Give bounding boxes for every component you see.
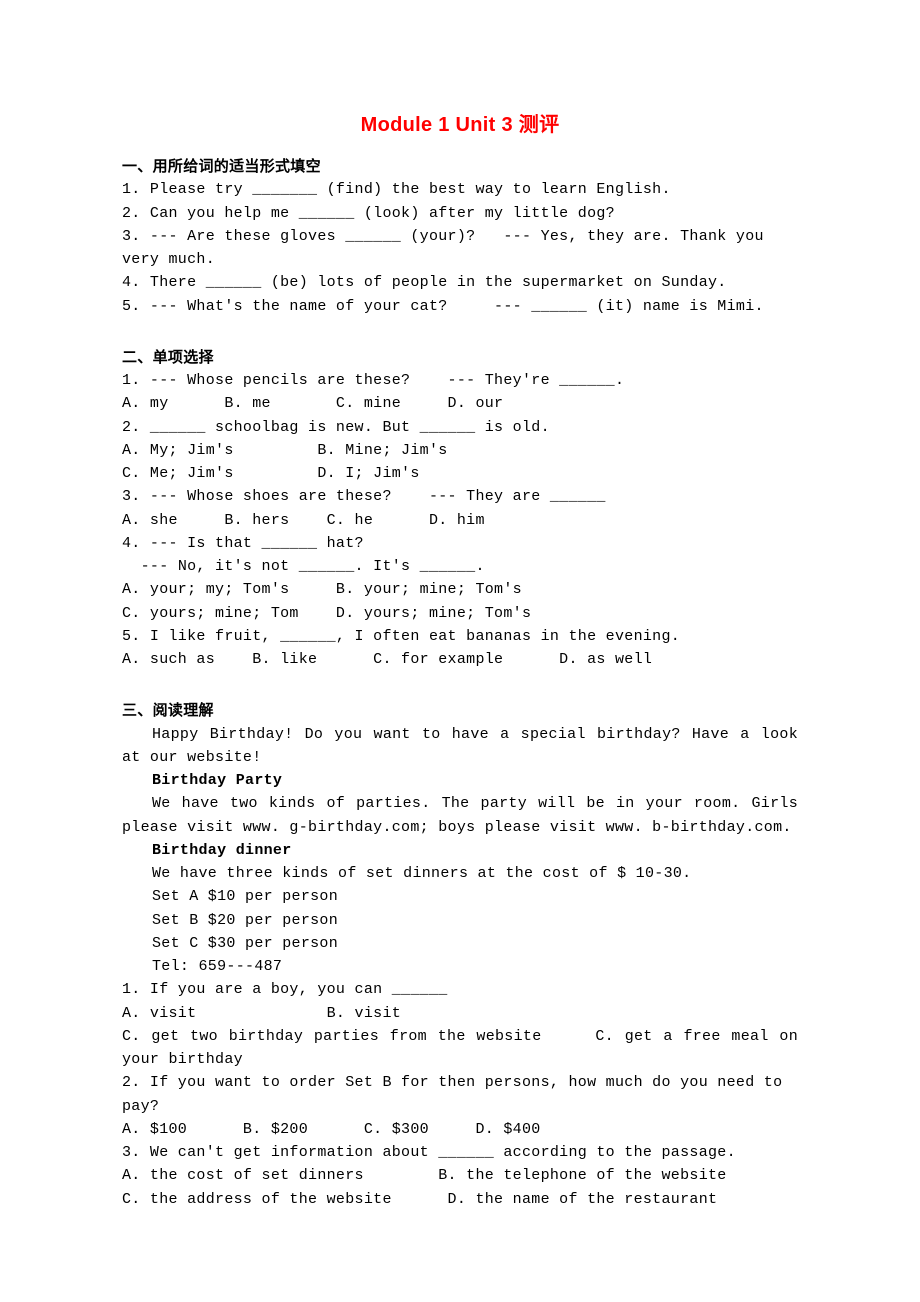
s2-q4d: C. yours; mine; Tom D. yours; mine; Tom'… (122, 602, 798, 625)
s2-q3a: 3. --- Whose shoes are these? --- They a… (122, 485, 798, 508)
s3-sub1: Birthday Party (122, 769, 798, 792)
s1-q2: 2. Can you help me ______ (look) after m… (122, 202, 798, 225)
page: Module 1 Unit 3 测评 一、用所给词的适当形式填空 1. Plea… (0, 0, 920, 1302)
s3-q3a: 3. We can't get information about ______… (122, 1141, 798, 1164)
s1-q5: 5. --- What's the name of your cat? --- … (122, 295, 798, 318)
s3-set-a: Set A $10 per person (122, 885, 798, 908)
s2-q1a: 1. --- Whose pencils are these? --- They… (122, 369, 798, 392)
page-title: Module 1 Unit 3 测评 (122, 110, 798, 141)
gap2 (122, 671, 798, 685)
s2-q4c: A. your; my; Tom's B. your; mine; Tom's (122, 578, 798, 601)
s3-q2a: 2. If you want to order Set B for then p… (122, 1071, 798, 1118)
section3-heading: 三、阅读理解 (122, 699, 798, 722)
gap1 (122, 318, 798, 332)
s2-q2c: C. Me; Jim's D. I; Jim's (122, 462, 798, 485)
s3-p1: Happy Birthday! Do you want to have a sp… (122, 723, 798, 770)
s3-q3c: C. the address of the website D. the nam… (122, 1188, 798, 1211)
s1-q1: 1. Please try _______ (find) the best wa… (122, 178, 798, 201)
s2-q5a: 5. I like fruit, ______, I often eat ban… (122, 625, 798, 648)
s2-q3b: A. she B. hers C. he D. him (122, 509, 798, 532)
s3-q1c: C. get two birthday parties from the web… (122, 1025, 798, 1072)
s2-q2b: A. My; Jim's B. Mine; Jim's (122, 439, 798, 462)
s2-q5b: A. such as B. like C. for example D. as … (122, 648, 798, 671)
s3-q3b: A. the cost of set dinners B. the teleph… (122, 1164, 798, 1187)
s3-q1b: A. visit B. visit (122, 1002, 798, 1025)
s3-set-b: Set B $20 per person (122, 909, 798, 932)
s2-q4b: --- No, it's not ______. It's ______. (122, 555, 798, 578)
s3-tel: Tel: 659---487 (122, 955, 798, 978)
section2-heading: 二、单项选择 (122, 346, 798, 369)
s1-q3: 3. --- Are these gloves ______ (your)? -… (122, 225, 798, 272)
s3-p3: We have three kinds of set dinners at th… (122, 862, 798, 885)
s2-q4a: 4. --- Is that ______ hat? (122, 532, 798, 555)
s1-q4: 4. There ______ (be) lots of people in t… (122, 271, 798, 294)
s3-q2b: A. $100 B. $200 C. $300 D. $400 (122, 1118, 798, 1141)
s2-q2a: 2. ______ schoolbag is new. But ______ i… (122, 416, 798, 439)
s3-p2: We have two kinds of parties. The party … (122, 792, 798, 839)
s3-sub2: Birthday dinner (122, 839, 798, 862)
section1-heading: 一、用所给词的适当形式填空 (122, 155, 798, 178)
s3-q1a: 1. If you are a boy, you can ______ (122, 978, 798, 1001)
s2-q1b: A. my B. me C. mine D. our (122, 392, 798, 415)
s3-set-c: Set C $30 per person (122, 932, 798, 955)
